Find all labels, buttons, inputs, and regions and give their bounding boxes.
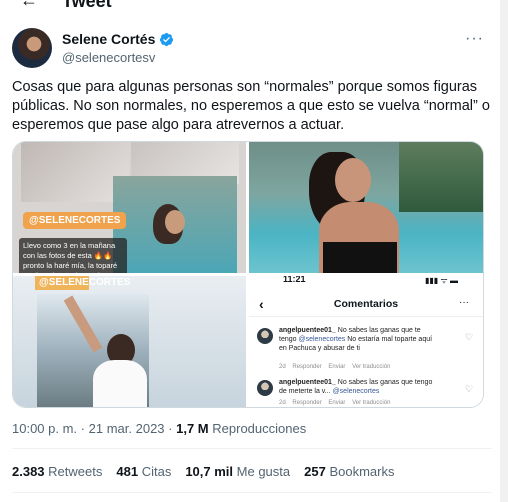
comment-mention: @selenecortes — [332, 388, 380, 395]
trees-shape — [399, 142, 483, 212]
verified-badge-icon — [160, 32, 174, 46]
bookmarks-stat[interactable]: 257 Bookmarks — [304, 464, 394, 479]
commenter-avatar — [257, 380, 273, 396]
status-time: 11:21 — [283, 276, 306, 284]
white-shirt-shape — [93, 360, 147, 407]
black-top-shape — [323, 242, 397, 273]
media-image-3[interactable]: @SELENECORTES — [13, 276, 246, 407]
comment-mention: @selenecortes — [298, 336, 346, 343]
scrollbar[interactable] — [500, 0, 508, 502]
phone-status-bar: 11:21 ▮▮▮ ᯤ ▬ — [249, 276, 483, 288]
author-name-row: Selene Cortés — [62, 31, 174, 47]
divider — [249, 316, 483, 317]
media-image-4-comments-screenshot[interactable]: 11:21 ▮▮▮ ᯤ ▬ ‹ Comentarios ··· angelpue… — [249, 276, 483, 407]
author-handle[interactable]: @selenecortesv — [62, 50, 155, 65]
story-caption: Llevo como 3 en la mañana con las fotos … — [19, 238, 127, 273]
photo-woman-mountain — [113, 176, 237, 273]
avatar[interactable] — [12, 28, 52, 68]
more-options-icon: ··· — [459, 297, 469, 308]
author-name[interactable]: Selene Cortés — [62, 31, 155, 47]
tweet-date[interactable]: 21 mar. 2023 — [89, 421, 165, 436]
comment-text: angelpuentee01_ No sabes las ganas que t… — [279, 379, 433, 395]
views-label: Reproducciones — [212, 421, 307, 436]
comment-meta: 2d Responder Enviar Ver traducción — [279, 400, 391, 406]
divider — [12, 448, 492, 449]
page-title: Tweet — [62, 0, 112, 11]
face-shape — [165, 210, 185, 234]
face-shape — [335, 158, 371, 202]
back-arrow-icon[interactable]: ← — [20, 0, 38, 11]
media-image-2[interactable] — [249, 142, 483, 273]
heart-icon: ♡ — [465, 384, 474, 394]
comments-title: Comentarios — [333, 298, 399, 310]
retweets-stat[interactable]: 2.383 Retweets — [12, 464, 102, 479]
commenter-avatar — [257, 328, 273, 344]
comment-text: angelpuentee01_ No sabes las ganas que t… — [279, 327, 433, 352]
tweet-timestamp: 10:00 p. m. · 21 mar. 2023 · 1,7 M Repro… — [12, 421, 307, 436]
comment-user: angelpuentee01_ — [279, 379, 336, 386]
comment-user: angelpuentee01_ — [279, 327, 336, 334]
divider — [12, 492, 492, 493]
status-icons: ▮▮▮ ᯤ ▬ — [425, 276, 458, 285]
top-bar: ← Tweet — [0, 0, 508, 12]
engagement-stats: 2.383 Retweets 481 Citas 10,7 mil Me gus… — [12, 464, 395, 479]
quotes-stat[interactable]: 481 Citas — [116, 464, 171, 479]
username-tag: @SELENECORTES — [23, 212, 127, 229]
likes-stat[interactable]: 10,7 mil Me gusta — [185, 464, 290, 479]
watermark-stamp: @SELENECORTES — [35, 276, 130, 290]
media-image-1[interactable]: @SELENECORTES Llevo como 3 en la mañana … — [13, 142, 246, 273]
more-options-icon[interactable]: ··· — [465, 30, 484, 48]
tweet-time[interactable]: 10:00 p. m. — [12, 421, 77, 436]
views-count: 1,7 M — [176, 421, 209, 436]
media-grid[interactable]: @SELENECORTES Llevo como 3 en la mañana … — [12, 141, 484, 408]
comment-meta: 2d Responder Enviar Ver traducción — [279, 364, 391, 370]
heart-icon: ♡ — [465, 332, 474, 342]
tweet-text: Cosas que para algunas personas son “nor… — [12, 79, 490, 133]
